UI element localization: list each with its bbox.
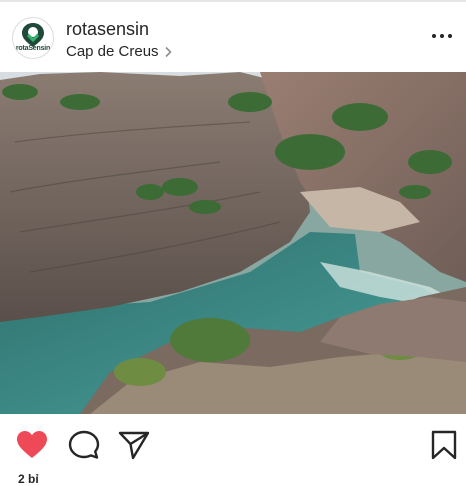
avatar[interactable]: rotaSensin (12, 17, 54, 59)
location-label: Cap de Creus (66, 43, 159, 60)
avatar-logo-text: rotaSensin (15, 45, 51, 52)
post-actions (0, 414, 466, 474)
location-link[interactable]: Cap de Creus (66, 43, 173, 60)
likes-count-stub[interactable]: 2 bỉ (18, 472, 39, 486)
coastal-cove-image (0, 72, 466, 414)
more-options-icon[interactable] (432, 34, 452, 40)
chevron-right-icon (164, 46, 172, 57)
comment-icon[interactable] (68, 430, 100, 460)
logo-icon (22, 23, 44, 47)
paper-plane-icon[interactable] (118, 430, 150, 460)
heart-icon[interactable] (16, 430, 48, 460)
post-photo[interactable] (0, 72, 466, 414)
username[interactable]: rotasensin (66, 19, 149, 40)
post-header: rotaSensin rotasensin Cap de Creus (0, 2, 466, 72)
bookmark-icon[interactable] (428, 430, 460, 460)
